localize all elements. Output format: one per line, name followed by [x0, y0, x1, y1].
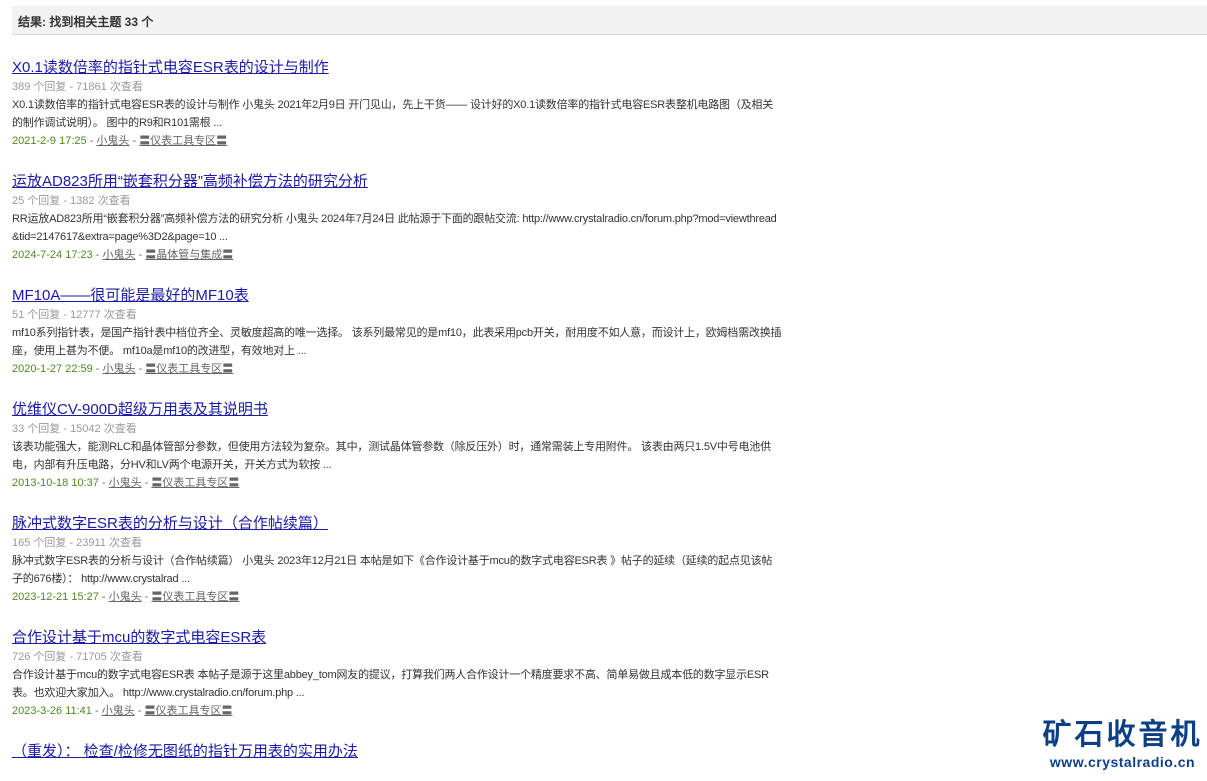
- result-item: 优维仪CV-900D超级万用表及其说明书 33 个回复 - 15042 次查看 …: [12, 400, 782, 514]
- result-date: 2023-12-21 15:27: [12, 591, 99, 603]
- result-date: 2021-2-9 17:25: [12, 135, 87, 147]
- author-link[interactable]: 小鬼头: [103, 249, 136, 261]
- result-item: （重发）： 检查/检修无图纸的指针万用表的实用办法: [12, 742, 782, 762]
- forum-link[interactable]: 〓仪表工具专区〓: [139, 135, 227, 147]
- result-snippet: 合作设计基于mcu的数字式电容ESR表 本帖子是源于这里abbey_tom网友的…: [12, 669, 769, 699]
- forum-link[interactable]: 〓仪表工具专区〓: [145, 363, 233, 375]
- result-title-link[interactable]: 优维仪CV-900D超级万用表及其说明书: [12, 400, 268, 420]
- result-title-link[interactable]: 运放AD823所用“嵌套积分器”高频补偿方法的研究分析: [12, 172, 368, 192]
- result-date: 2023-3-26 11:41: [12, 705, 92, 717]
- result-title-link[interactable]: 合作设计基于mcu的数字式电容ESR表: [12, 628, 266, 648]
- search-results-list: X0.1读数倍率的指针式电容ESR表的设计与制作 389 个回复 - 71861…: [12, 58, 782, 762]
- results-count: 结果: 找到相关主题 33 个: [18, 15, 154, 29]
- author-link[interactable]: 小鬼头: [96, 135, 129, 147]
- result-stats: 165 个回复 - 23911 次查看: [12, 537, 143, 549]
- result-stats: 389 个回复 - 71861 次查看: [12, 81, 143, 93]
- result-title-link[interactable]: MF10A——很可能是最好的MF10表: [12, 286, 249, 306]
- result-item: 合作设计基于mcu的数字式电容ESR表 726 个回复 - 71705 次查看 …: [12, 628, 782, 742]
- site-logo: 矿石收音机 www.crystalradio.cn: [1040, 718, 1205, 772]
- result-date: 2024-7-24 17:23: [12, 249, 93, 261]
- result-stats: 51 个回复 - 12777 次查看: [12, 309, 137, 321]
- result-item: X0.1读数倍率的指针式电容ESR表的设计与制作 389 个回复 - 71861…: [12, 58, 782, 172]
- results-summary-bar: 结果: 找到相关主题 33 个: [12, 6, 1207, 35]
- forum-link[interactable]: 〓仪表工具专区〓: [144, 705, 232, 717]
- result-stats: 33 个回复 - 15042 次查看: [12, 423, 137, 435]
- forum-link[interactable]: 〓仪表工具专区〓: [151, 591, 239, 603]
- result-date: 2013-10-18 10:37: [12, 477, 99, 489]
- logo-name: 矿石收音机: [1042, 719, 1203, 751]
- author-link[interactable]: 小鬼头: [109, 477, 142, 489]
- forum-link[interactable]: 〓仪表工具专区〓: [151, 477, 239, 489]
- author-link[interactable]: 小鬼头: [103, 363, 136, 375]
- result-date: 2020-1-27 22:59: [12, 363, 93, 375]
- result-snippet: RR运放AD823所用“嵌套积分器”高频补偿方法的研究分析 小鬼头 2024年7…: [12, 213, 777, 243]
- result-title-link[interactable]: X0.1读数倍率的指针式电容ESR表的设计与制作: [12, 58, 329, 78]
- author-link[interactable]: 小鬼头: [102, 705, 135, 717]
- result-title-link[interactable]: 脉冲式数字ESR表的分析与设计（合作帖续篇）: [12, 514, 328, 534]
- result-title-link[interactable]: （重发）： 检查/检修无图纸的指针万用表的实用办法: [12, 742, 358, 762]
- result-item: 脉冲式数字ESR表的分析与设计（合作帖续篇） 165 个回复 - 23911 次…: [12, 514, 782, 628]
- result-snippet: X0.1读数倍率的指针式电容ESR表的设计与制作 小鬼头 2021年2月9日 开…: [12, 99, 774, 129]
- result-item: 运放AD823所用“嵌套积分器”高频补偿方法的研究分析 25 个回复 - 138…: [12, 172, 782, 286]
- logo-url: www.crystalradio.cn: [1049, 754, 1196, 770]
- forum-link[interactable]: 〓晶体管与集成〓: [145, 249, 233, 261]
- author-link[interactable]: 小鬼头: [109, 591, 142, 603]
- result-snippet: 脉冲式数字ESR表的分析与设计（合作帖续篇） 小鬼头 2023年12月21日 本…: [12, 555, 773, 585]
- result-snippet: mf10系列指针表，是国产指针表中档位齐全、灵敏度超高的唯一选择。 该系列最常见…: [12, 327, 782, 357]
- result-snippet: 该表功能强大，能测RLC和晶体管部分参数，但使用方法较为复杂。其中，测试晶体管参…: [12, 441, 771, 471]
- result-stats: 25 个回复 - 1382 次查看: [12, 195, 131, 207]
- result-item: MF10A——很可能是最好的MF10表 51 个回复 - 12777 次查看 m…: [12, 286, 782, 375]
- result-stats: 726 个回复 - 71705 次查看: [12, 651, 143, 663]
